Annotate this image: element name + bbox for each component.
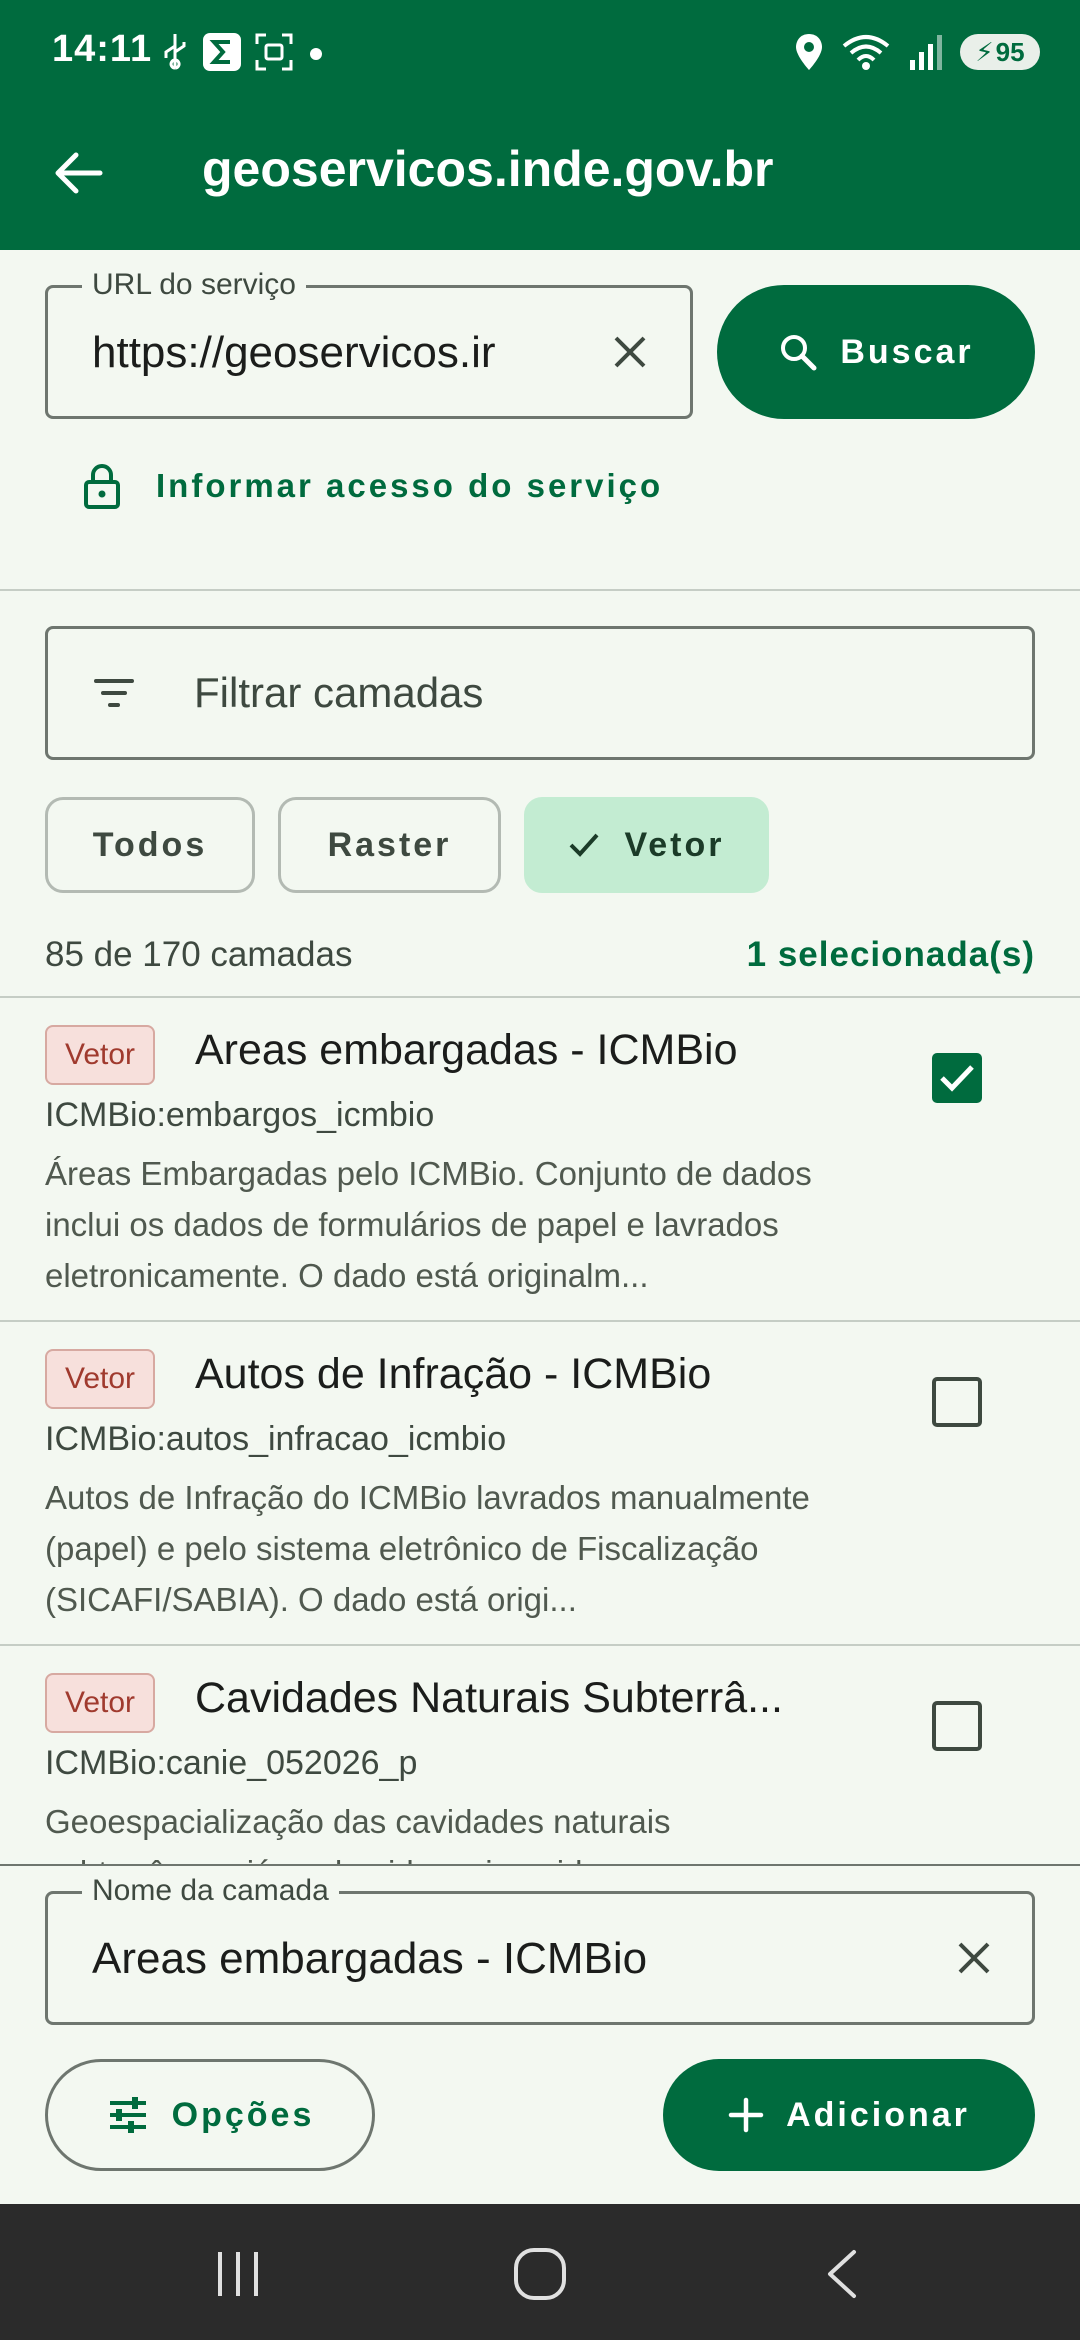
- layer-id: ICMBio:autos_infracao_icmbio: [45, 1420, 507, 1458]
- chip-raster[interactable]: Raster: [278, 797, 501, 893]
- checkmark-icon: [940, 1065, 974, 1092]
- type-badge: Vetor: [45, 1673, 156, 1733]
- layer-title: Cavidades Naturais Subterrâ...: [195, 1674, 783, 1722]
- chip-todos[interactable]: Todos: [45, 797, 255, 893]
- layer-description: Autos de Infração do ICMBio lavrados man…: [45, 1479, 810, 1618]
- status-time: 14:11: [52, 28, 153, 70]
- layer-count-row: 85 de 170 camadas 1 selecionada(s): [45, 935, 1035, 975]
- options-button-label: Opções: [171, 2095, 315, 2134]
- layer-id: ICMBio:embargos_icmbio: [45, 1096, 435, 1134]
- home-icon[interactable]: [510, 2246, 570, 2302]
- section-divider: [0, 589, 1080, 591]
- search-icon: [781, 335, 817, 371]
- layer-list: Vetor Areas embargadas - ICMBio ICMBio:e…: [0, 998, 1080, 1864]
- chip-vetor-label: Vetor: [624, 825, 725, 864]
- list-item[interactable]: Vetor Areas embargadas - ICMBio ICMBio:e…: [0, 998, 1080, 1322]
- app-bar: 14:11 ⚡ 95 geoservicos.inde.gov.br: [0, 0, 1080, 250]
- location-icon: [796, 34, 822, 70]
- layer-description: Geoespacialização das cavidades naturais…: [45, 1803, 671, 1864]
- tune-icon: [109, 2097, 146, 2133]
- service-access-label: Informar acesso do serviço: [156, 467, 664, 504]
- battery-level: 95: [995, 36, 1025, 67]
- lock-icon: [84, 464, 120, 509]
- list-item[interactable]: Vetor Autos de Infração - ICMBio ICMBio:…: [0, 1322, 1080, 1646]
- screenshot-icon: [255, 33, 293, 71]
- usb-icon: [164, 34, 186, 70]
- layer-title: Areas embargadas - ICMBio: [195, 1026, 738, 1074]
- system-nav-bar: [0, 2204, 1080, 2340]
- options-button[interactable]: Opções: [45, 2059, 375, 2171]
- service-access-link[interactable]: Informar acesso do serviço: [82, 462, 663, 510]
- url-field[interactable]: URL do serviço https://geoservicos.ir: [45, 268, 693, 419]
- filter-layers-input[interactable]: Filtrar camadas: [45, 626, 1035, 760]
- layer-count: 85 de 170 camadas: [45, 935, 353, 974]
- check-icon: [570, 833, 599, 857]
- clear-url-icon[interactable]: [610, 332, 650, 372]
- layer-id: ICMBio:canie_052026_p: [45, 1744, 418, 1782]
- sigma-app-icon: [203, 33, 241, 71]
- chip-vetor[interactable]: Vetor: [524, 797, 769, 893]
- battery-bolt-icon: ⚡: [975, 36, 994, 67]
- filter-placeholder: Filtrar camadas: [194, 669, 484, 716]
- status-left-icons: [160, 30, 326, 74]
- type-badge: Vetor: [45, 1025, 156, 1085]
- add-button[interactable]: Adicionar: [663, 2059, 1035, 2171]
- layer-title: Autos de Infração - ICMBio: [195, 1350, 712, 1398]
- layer-name-label: Nome da camada: [82, 1874, 339, 1908]
- status-right-icons: ⚡ 95: [794, 30, 1040, 74]
- page-title: geoservicos.inde.gov.br: [202, 141, 774, 197]
- type-badge: Vetor: [45, 1349, 156, 1409]
- url-field-value[interactable]: https://geoservicos.ir: [92, 328, 582, 378]
- status-bar: 14:11 ⚡ 95: [0, 0, 1080, 105]
- bottom-panel: Nome da camada Areas embargadas - ICMBio…: [0, 1864, 1080, 2204]
- chip-todos-label: Todos: [92, 825, 208, 864]
- battery-icon: ⚡ 95: [960, 34, 1040, 70]
- layer-name-field[interactable]: Nome da camada Areas embargadas - ICMBio: [45, 1874, 1035, 2025]
- dot-icon: [310, 48, 322, 60]
- signal-icon: [910, 35, 942, 70]
- back-arrow-icon[interactable]: [50, 145, 106, 201]
- url-field-label: URL do serviço: [82, 268, 306, 302]
- layer-description: Áreas Embargadas pelo ICMBio. Conjunto d…: [45, 1155, 812, 1294]
- layer-name-value[interactable]: Areas embargadas - ICMBio: [92, 1934, 912, 1984]
- search-button[interactable]: Buscar: [717, 285, 1035, 419]
- list-item[interactable]: Vetor Cavidades Naturais Subterrâ... ICM…: [0, 1646, 1080, 1864]
- plus-icon: [728, 2097, 764, 2133]
- recent-apps-icon[interactable]: [214, 2246, 262, 2302]
- chip-raster-label: Raster: [327, 825, 452, 864]
- filter-icon: [94, 679, 134, 707]
- clear-layer-name-icon[interactable]: [954, 1938, 994, 1978]
- wifi-icon: [842, 35, 890, 70]
- layer-checkbox[interactable]: [932, 1053, 982, 1103]
- selected-count: 1 selecionada(s): [746, 935, 1035, 974]
- search-button-label: Buscar: [840, 332, 974, 371]
- add-button-label: Adicionar: [786, 2095, 970, 2134]
- layer-checkbox[interactable]: [932, 1377, 982, 1427]
- layer-checkbox[interactable]: [932, 1701, 982, 1751]
- back-nav-icon[interactable]: [822, 2246, 862, 2302]
